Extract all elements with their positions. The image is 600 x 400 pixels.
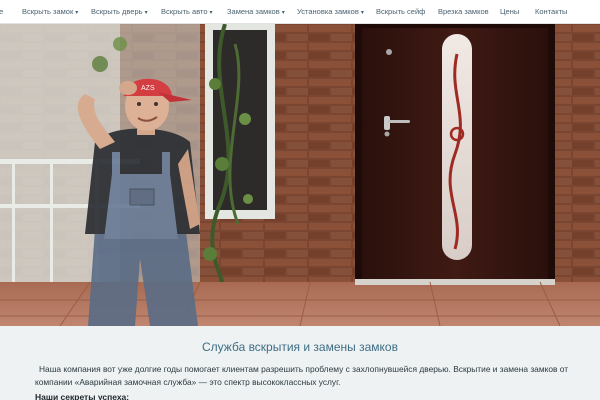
main-nav: е Вскрыть замок ▾ Вскрыть дверь ▾ Вскрыть … <box>0 0 600 24</box>
door-handle <box>384 116 390 130</box>
nav-item-label: Замена замков <box>227 7 280 16</box>
chevron-down-icon: ▾ <box>360 10 364 16</box>
nav-item-label: Вскрыть авто <box>161 7 208 16</box>
nav-item-label: Установка замков <box>297 7 359 16</box>
chevron-down-icon: ▾ <box>281 10 285 16</box>
nav-item-home[interactable]: е <box>0 0 3 24</box>
secrets-heading: Наши секреты успеха: <box>35 392 130 400</box>
nav-item-label: Врезка замков <box>438 7 489 16</box>
nav-item-label: Контакты <box>535 7 568 16</box>
nav-item-label: Вскрыть замок <box>22 7 74 16</box>
nav-item-lock-insertion[interactable]: Врезка замков <box>438 0 489 24</box>
chevron-down-icon: ▾ <box>209 10 213 16</box>
nav-item-contacts[interactable]: Контакты <box>535 0 567 24</box>
hero-illustration: AZS <box>0 24 600 326</box>
nav-item-label: е <box>0 7 4 16</box>
nav-item-open-door[interactable]: Вскрыть дверь ▾ <box>91 0 148 24</box>
nav-item-prices[interactable]: Цены <box>500 0 519 24</box>
nav-item-label: Цены <box>500 7 520 16</box>
nav-item-lock-replacement[interactable]: Замена замков ▾ <box>227 0 285 24</box>
nav-item-open-safe[interactable]: Вскрыть сейф <box>376 0 425 24</box>
nav-item-open-lock[interactable]: Вскрыть замок ▾ <box>22 0 78 24</box>
hero-banner: AZS <box>0 24 600 326</box>
lock-cylinder-icon <box>386 49 392 55</box>
page-title: Служба вскрытия и замены замков <box>202 340 398 354</box>
intro-paragraph: Наша компания вот уже долгие годы помога… <box>35 364 569 387</box>
content-section: Служба вскрытия и замены замков Наша ком… <box>0 326 600 400</box>
nav-item-lock-installation[interactable]: Установка замков ▾ <box>297 0 364 24</box>
nav-item-label: Вскрыть сейф <box>376 7 426 16</box>
cap-logo-text: AZS <box>141 85 155 92</box>
chevron-down-icon: ▾ <box>144 10 148 16</box>
chevron-down-icon: ▾ <box>75 10 79 16</box>
nav-item-label: Вскрыть дверь <box>91 7 143 16</box>
nav-item-open-car[interactable]: Вскрыть авто ▾ <box>161 0 213 24</box>
